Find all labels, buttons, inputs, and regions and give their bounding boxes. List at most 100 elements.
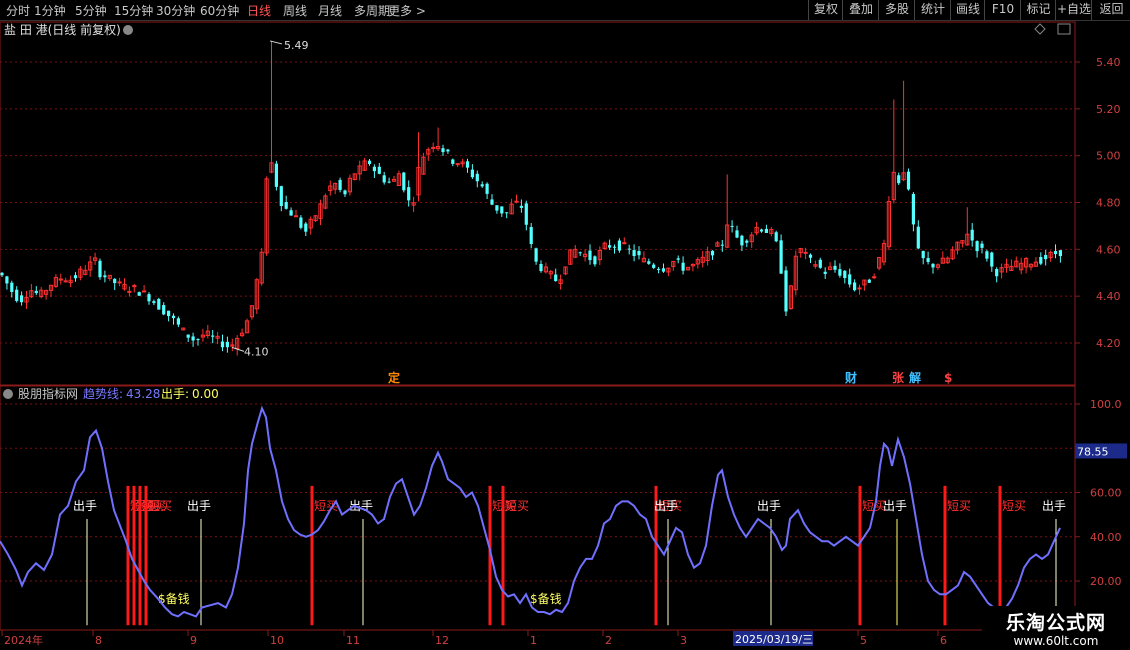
toolbar-button-1[interactable]: 叠加 [842, 0, 879, 20]
candle-body [612, 246, 617, 248]
candle-body [289, 210, 293, 216]
event-marker-0[interactable]: 定 [388, 370, 400, 385]
candle-body [647, 261, 651, 264]
candle-body [730, 225, 734, 227]
buy-signal-label: 短买 [505, 499, 529, 513]
candle-body [171, 315, 176, 319]
event-marker-4[interactable]: $ [944, 371, 952, 385]
event-marker-1[interactable]: 财 [844, 370, 857, 385]
candle-body [710, 250, 715, 256]
price-tick-label: 4.80 [1096, 197, 1121, 210]
out-signal-label: 出手 [757, 499, 781, 513]
candle-body [632, 250, 636, 257]
high-label: 5.49 [284, 39, 309, 52]
cursor-date-label: 2025/03/19/三 [735, 633, 813, 646]
candle-body [73, 275, 78, 279]
candle-body [897, 175, 901, 184]
candle-body [98, 260, 102, 278]
candle-body [985, 251, 989, 259]
candle-body [529, 227, 533, 245]
candle-body [441, 148, 445, 153]
price-tick-label: 4.40 [1096, 290, 1121, 303]
toolbar-button-2[interactable]: 多股 [878, 0, 915, 20]
candle-body [784, 270, 788, 312]
panel-toggle-icon[interactable] [1057, 23, 1071, 35]
candle-body [407, 187, 411, 201]
candle-body [58, 278, 63, 281]
candle-body [162, 305, 166, 315]
candle-body [975, 241, 979, 252]
diamond-icon[interactable] [1034, 23, 1046, 35]
candle-body [470, 169, 474, 178]
tab-period-10[interactable]: 更多 > [388, 2, 426, 19]
candle-body [20, 295, 24, 303]
period-toolbar: 分时 1分钟 5分钟 15分钟 30分钟 60分钟 日线 周线 月线 多周期 更多 > 复权 叠加 多股统… [0, 0, 1130, 21]
candle-body [505, 212, 509, 214]
candle-body [343, 190, 347, 195]
candle-body [637, 250, 641, 256]
candle-body [921, 250, 925, 259]
candle-body [1044, 254, 1048, 260]
toolbar-button-4[interactable]: 画线 [950, 0, 985, 20]
toolbar-button-7[interactable]: +自选 [1055, 0, 1092, 20]
candle-body [500, 206, 504, 214]
candle-body [627, 248, 631, 250]
candle-body [808, 254, 813, 258]
candle-body [465, 161, 470, 168]
tab-period-0[interactable]: 分时 [6, 2, 30, 19]
candle-body [137, 292, 141, 296]
time-tick-label: 1 [530, 634, 537, 647]
candle-body [196, 339, 200, 341]
candle-body [524, 203, 528, 225]
price-tick-label: 4.20 [1096, 337, 1121, 350]
candle-body [578, 252, 582, 254]
candle-body [720, 244, 724, 246]
tab-period-1[interactable]: 1分钟 [34, 2, 66, 19]
candle-body [1039, 256, 1043, 264]
candle-body [387, 181, 391, 183]
indicator-dropdown-icon[interactable] [3, 389, 13, 399]
tab-period-5[interactable]: 60分钟 [200, 2, 239, 19]
candle-body [990, 252, 994, 267]
price-tick-label: 5.40 [1096, 56, 1121, 69]
candle-body [372, 166, 376, 172]
out-signal-label: 出手 [73, 499, 97, 513]
title-dropdown-icon[interactable] [123, 25, 133, 35]
candle-body [803, 251, 808, 254]
candle-body [279, 186, 283, 207]
tab-period-7[interactable]: 周线 [283, 2, 307, 19]
tab-period-4[interactable]: 30分钟 [156, 2, 195, 19]
candle-body [916, 226, 920, 249]
buy-signal-label: 短买 [947, 499, 971, 513]
candle-body [34, 290, 38, 294]
toolbar-button-0[interactable]: 复权 [808, 0, 843, 20]
candle-body [823, 271, 827, 274]
candle-body [402, 172, 406, 191]
out-signal-label: 出手 [883, 499, 907, 513]
time-tick-label: 12 [435, 634, 449, 647]
toolbar-button-3[interactable]: 统计 [914, 0, 951, 20]
trend-label: 趋势线: [83, 387, 123, 401]
candle-body [157, 298, 161, 310]
candle-body [225, 341, 229, 348]
tab-period-3[interactable]: 15分钟 [114, 2, 153, 19]
candle-body [367, 160, 372, 165]
candle-body [774, 232, 778, 242]
tab-period-6[interactable]: 日线 [247, 2, 271, 19]
toolbar-button-6[interactable]: 标记 [1020, 0, 1056, 20]
toolbar-button-5[interactable]: F10 [984, 0, 1021, 20]
tab-period-9[interactable]: 多周期 [354, 2, 390, 19]
candle-body [377, 166, 381, 174]
toolbar-button-8[interactable]: 返回 [1091, 0, 1130, 20]
candle-body [622, 242, 627, 245]
candle-body [446, 149, 450, 152]
event-marker-3[interactable]: 解 [909, 370, 921, 385]
tab-period-8[interactable]: 月线 [318, 2, 342, 19]
event-marker-2[interactable]: 张 [892, 370, 905, 385]
current-value-label: 78.55 [1077, 445, 1109, 458]
candle-body [480, 184, 484, 187]
candle-body [485, 183, 489, 194]
tab-period-2[interactable]: 5分钟 [75, 2, 107, 19]
candle-body [872, 276, 877, 279]
candle-body [176, 318, 180, 325]
